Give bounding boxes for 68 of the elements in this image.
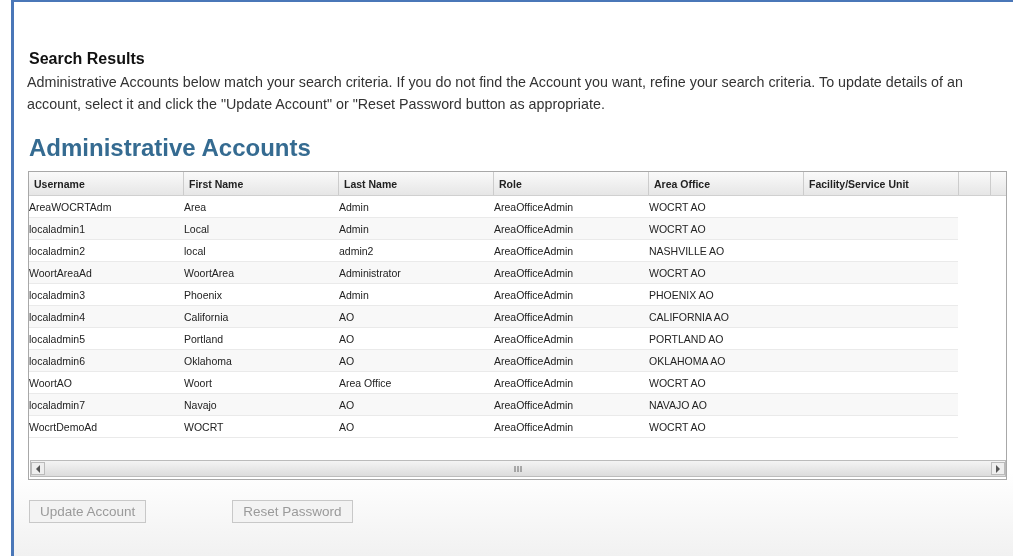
table-cell-text: WoortArea — [184, 266, 235, 281]
table-cell-text: Phoenix — [184, 288, 223, 303]
table-cell-text: AreaWOCRTAdm — [29, 200, 113, 215]
table-cell-text: NASHVILLE AO — [649, 244, 726, 259]
table-cell-text: localadmin7 — [29, 398, 87, 413]
table-cell-text: Local — [184, 222, 211, 237]
table-cell-text: AreaOfficeAdmin — [494, 376, 575, 391]
table-cell-text: CALIFORNIA AO — [649, 310, 730, 325]
scroll-thumb[interactable] — [514, 465, 522, 472]
column-header[interactable]: Area Office — [649, 172, 804, 195]
table-cell-text: AreaOfficeAdmin — [494, 200, 575, 215]
table-cell-text: AreaOfficeAdmin — [494, 354, 575, 369]
table-cell-text: OKLAHOMA AO — [649, 354, 727, 369]
scroll-right-icon[interactable] — [991, 462, 1005, 475]
table-cell-text: Administrator — [339, 266, 402, 281]
table-cell-text: Oklahoma — [184, 354, 233, 369]
column-header[interactable]: Last Name — [339, 172, 494, 195]
table-cell-text: Navajo — [184, 398, 218, 413]
table-cell-text: Area Office — [339, 376, 393, 391]
table-cell-text: Admin — [339, 288, 370, 303]
table-cell-text: Area — [184, 200, 208, 215]
table-cell-text: WoortAO — [29, 376, 73, 391]
table-title: Administrative Accounts — [29, 134, 312, 162]
table-cell-text: AO — [339, 354, 356, 369]
table-cell-text: AO — [339, 310, 356, 325]
column-header[interactable]: First Name — [184, 172, 339, 195]
table-cell-text: Admin — [339, 200, 370, 215]
table-cell-text: localadmin1 — [29, 222, 87, 237]
table-cell-text: WOCRT AO — [649, 200, 707, 215]
table-cell-text: NAVAJO AO — [649, 398, 708, 413]
table-cell-text: Woort — [184, 376, 213, 391]
table-cell-text: PHOENIX AO — [649, 288, 715, 303]
table-cell-text: WOCRT AO — [649, 420, 707, 435]
table-cell-text: localadmin4 — [29, 310, 87, 325]
table-cell-text: localadmin6 — [29, 354, 87, 369]
column-header[interactable]: Facility/Service Unit — [804, 172, 959, 195]
table-cell-text: Admin — [339, 222, 370, 237]
table-cell-text: AreaOfficeAdmin — [494, 332, 575, 347]
table-cell-text: AreaOfficeAdmin — [494, 310, 575, 325]
table-cell-text: local — [184, 244, 207, 259]
description-text: Administrative Accounts below match your search criteria. If you do not find the Account you want, refine your search criteria. To update details of an account, select it and click the "Update Account" or "Reset Password button as appropriate. — [27, 73, 964, 114]
scroll-left-icon[interactable] — [31, 462, 45, 475]
table-cell-text: admin2 — [339, 244, 375, 259]
table-cell-text: localadmin5 — [29, 332, 87, 347]
table-cell-text: localadmin2 — [29, 244, 87, 259]
table-cell-text: AreaOfficeAdmin — [494, 266, 575, 281]
column-header[interactable]: Username — [29, 172, 184, 195]
table-cell-text: WoortAreaAd — [29, 266, 93, 281]
table-cell-text: Portland — [184, 332, 225, 347]
horizontal-scrollbar[interactable] — [30, 460, 1006, 477]
table-cell-text: PORTLAND AO — [649, 332, 725, 347]
table-cell-text: WOCRT — [184, 420, 225, 435]
table-cell-text: AO — [339, 398, 356, 413]
table-cell-text: WOCRT AO — [649, 376, 707, 391]
table-cell-text: WOCRT AO — [649, 222, 707, 237]
table-cell-text: AreaOfficeAdmin — [494, 222, 575, 237]
table-cell-text: WocrtDemoAd — [29, 420, 99, 435]
table-cell-text: AreaOfficeAdmin — [494, 420, 575, 435]
table-cell-text: AreaOfficeAdmin — [494, 398, 575, 413]
table-cell-text: AreaOfficeAdmin — [494, 244, 575, 259]
table-cell-text: WOCRT AO — [649, 266, 707, 281]
table-cell-text: California — [184, 310, 230, 325]
column-header[interactable]: Role — [494, 172, 649, 195]
table-cell-text: localadmin3 — [29, 288, 87, 303]
table-cell-text: AreaOfficeAdmin — [494, 288, 575, 303]
section-title: Search Results — [29, 50, 146, 68]
table-cell-text: AO — [339, 420, 356, 435]
table-cell-text: AO — [339, 332, 356, 347]
